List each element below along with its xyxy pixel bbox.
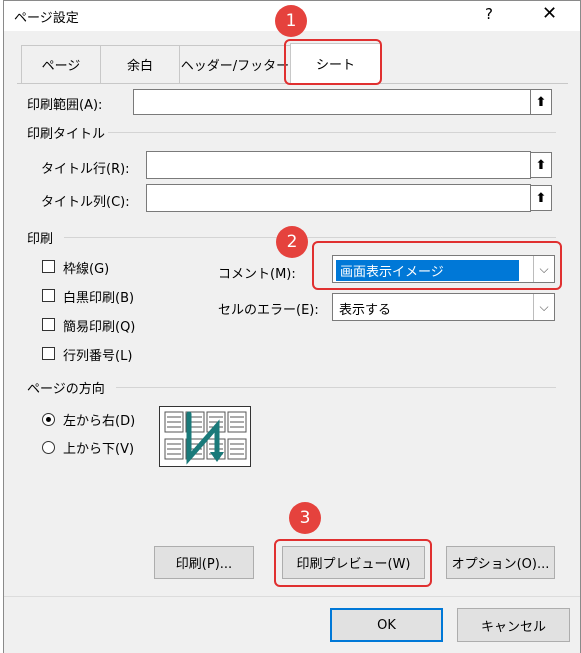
ok-button[interactable]: OK: [330, 608, 443, 642]
cancel-button[interactable]: キャンセル: [457, 608, 570, 642]
tab-header-footer-label: ヘッダー/フッター: [180, 59, 290, 74]
annotation-badge-1: 1: [275, 5, 307, 37]
tab-margins-label: 余白: [126, 59, 153, 74]
page-order-preview-icon: [159, 406, 251, 467]
highlight-box-sheet-tab: [284, 39, 382, 85]
print-area-input[interactable]: [133, 89, 531, 115]
help-button[interactable]: ?: [485, 5, 493, 23]
chevron-down-icon: ⌵: [533, 294, 554, 320]
draft-quality-label: 簡易印刷(Q): [63, 320, 136, 335]
section-divider: [108, 132, 556, 133]
title-rows-input[interactable]: [146, 151, 531, 179]
gridlines-checkbox[interactable]: [42, 260, 55, 273]
highlight-box-preview: [274, 539, 432, 587]
black-white-label: 白黒印刷(B): [63, 291, 135, 306]
page-setup-dialog: ページ設定 ? ✕ ページ 余白 ヘッダー/フッター シート 1 印刷範囲(A)…: [3, 0, 581, 653]
close-icon[interactable]: ✕: [542, 3, 557, 24]
down-then-over-radio[interactable]: [42, 441, 55, 454]
print-area-picker-icon[interactable]: ⬆: [530, 89, 552, 115]
section-divider: [64, 237, 556, 238]
print-titles-section: 印刷タイトル: [27, 127, 106, 142]
gridlines-label: 枠線(G): [63, 262, 110, 277]
black-white-checkbox[interactable]: [42, 289, 55, 302]
row-col-headings-checkbox[interactable]: [42, 347, 55, 360]
annotation-badge-3: 3: [289, 502, 321, 534]
dialog-title: ページ設定: [14, 11, 79, 26]
dialog-footer: OK キャンセル: [4, 596, 580, 653]
cell-errors-dropdown[interactable]: 表示する ⌵: [332, 293, 555, 321]
over-then-down-radio[interactable]: [42, 413, 55, 426]
print-section: 印刷: [27, 232, 54, 247]
cell-errors-label: セルのエラー(E):: [218, 303, 319, 318]
tab-page-label: ページ: [41, 59, 81, 74]
highlight-box-comments: [312, 241, 562, 290]
tab-page[interactable]: ページ: [21, 45, 101, 83]
down-then-over-label: 上から下(V): [63, 442, 135, 457]
page-order-section: ページの方向: [27, 382, 105, 397]
title-cols-input[interactable]: [146, 184, 531, 212]
title-cols-label: タイトル列(C):: [41, 195, 130, 210]
tab-margins[interactable]: 余白: [100, 45, 180, 83]
over-then-down-label: 左から右(D): [63, 414, 136, 429]
tab-header-footer[interactable]: ヘッダー/フッター: [179, 45, 291, 83]
cell-errors-selected-value: 表示する: [339, 303, 392, 318]
row-col-headings-label: 行列番号(L): [63, 349, 133, 364]
comments-label: コメント(M):: [218, 267, 296, 282]
options-button[interactable]: オプション(O)...: [446, 546, 555, 579]
print-area-label: 印刷範囲(A):: [27, 98, 103, 113]
title-rows-label: タイトル行(R):: [41, 162, 130, 177]
section-divider: [116, 387, 556, 388]
title-cols-picker-icon[interactable]: ⬆: [530, 185, 552, 211]
print-button[interactable]: 印刷(P)...: [154, 546, 254, 579]
title-rows-picker-icon[interactable]: ⬆: [530, 152, 552, 178]
annotation-badge-2: 2: [276, 226, 308, 258]
draft-quality-checkbox[interactable]: [42, 318, 55, 331]
